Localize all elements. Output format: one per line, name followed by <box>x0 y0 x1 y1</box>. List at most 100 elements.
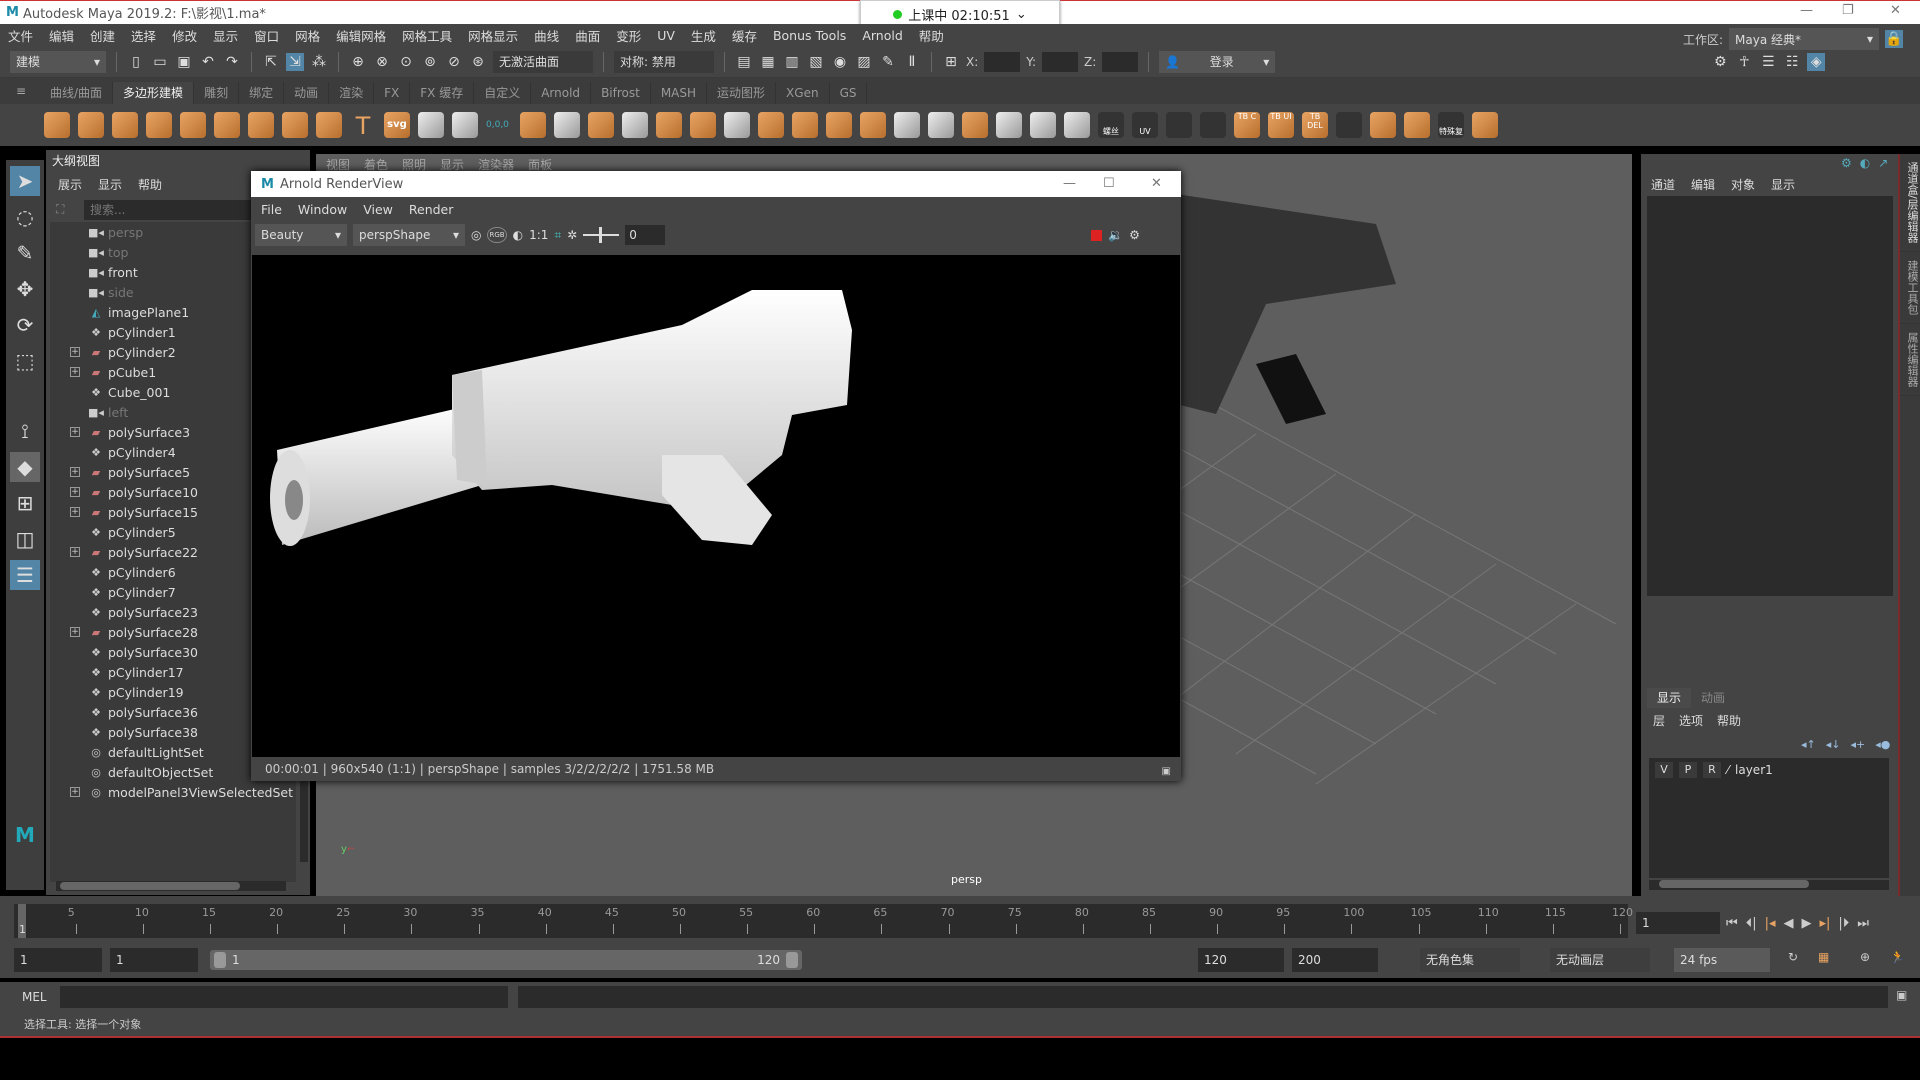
snap-curve-icon[interactable]: ⊗ <box>373 53 391 71</box>
aov-select[interactable]: Beauty ▾ <box>255 224 347 246</box>
side-tab-attribute-editor[interactable]: 属性编辑器 <box>1900 324 1920 396</box>
snap-point-icon[interactable]: ⊙ <box>397 53 415 71</box>
symmetry-select[interactable]: 对称: 禁用 <box>614 50 714 73</box>
y-input[interactable] <box>1042 51 1079 72</box>
z-input[interactable] <box>1102 51 1139 72</box>
channel-menu-edit[interactable]: 编辑 <box>1691 176 1715 193</box>
platonic-solid-icon[interactable] <box>282 112 308 138</box>
offset-loop-icon[interactable] <box>1064 112 1090 138</box>
anim-prefs-icon[interactable]: ⊕ <box>1860 950 1870 964</box>
snap-grid-icon[interactable]: ⊕ <box>349 53 367 71</box>
menu-item[interactable]: 帮助 <box>919 26 944 45</box>
current-frame-input[interactable]: 1 <box>1636 912 1720 934</box>
minimize-button[interactable]: — <box>1800 3 1813 18</box>
step-back-key-icon[interactable]: ⏴| <box>1746 916 1757 931</box>
poly-cylinder-icon[interactable] <box>112 112 138 138</box>
human-ik-icon[interactable]: ☥ <box>1735 53 1753 71</box>
poly-plane-icon[interactable] <box>214 112 240 138</box>
separate-icon[interactable] <box>554 112 580 138</box>
script-editor-icon[interactable]: ▣ <box>1896 988 1907 1002</box>
ratio-button[interactable]: 1:1 <box>529 228 548 242</box>
wedge-icon[interactable] <box>962 112 988 138</box>
poly-disc-icon[interactable] <box>248 112 274 138</box>
renderview-minimize-button[interactable]: — <box>1063 176 1076 191</box>
shelf-tab[interactable]: 自定义 <box>474 82 532 104</box>
select-object-icon[interactable]: ⇲ <box>286 52 304 71</box>
shelf-tab[interactable]: 绑定 <box>239 82 285 104</box>
expand-icon[interactable]: + <box>70 507 80 517</box>
layer-visible-toggle[interactable]: V <box>1655 762 1673 778</box>
attribute-editor-icon[interactable]: ☰ <box>1759 53 1777 71</box>
collapse-icon[interactable] <box>860 112 886 138</box>
four-view-icon[interactable]: ⊞ <box>10 488 40 518</box>
fill-hole-icon[interactable] <box>792 112 818 138</box>
go-to-end-icon[interactable]: ⏭ <box>1857 916 1869 931</box>
time-slider[interactable]: 5 10 15 20 25 30 35 40 45 50 55 60 65 70 75 80 85 90 95 100… <box>14 904 1633 938</box>
snap-pivot-icon[interactable]: ⊛ <box>469 53 487 71</box>
layer-editor-icon[interactable]: ◐ <box>1860 156 1870 170</box>
bridge-icon[interactable] <box>724 112 750 138</box>
shelf-menu-icon[interactable]: ≡ <box>16 84 26 98</box>
menu-set-select[interactable]: 建模 ▾ <box>10 50 106 73</box>
channel-menu-channels[interactable]: 通道 <box>1651 176 1675 193</box>
tb-ui-icon[interactable]: TB UI <box>1268 112 1294 138</box>
exposure-input[interactable]: 0 <box>625 225 666 245</box>
redo-icon[interactable]: ↷ <box>223 53 241 71</box>
super-shape-icon[interactable] <box>316 112 342 138</box>
poly-torus-icon[interactable] <box>180 112 206 138</box>
single-view-icon[interactable]: ◆ <box>10 452 40 482</box>
loop-icon[interactable]: ↻ <box>1788 950 1798 964</box>
renderview-menu-view[interactable]: View <box>363 202 393 217</box>
channel-menu-object[interactable]: 对象 <box>1731 176 1755 193</box>
range-slider[interactable]: 1 120 <box>210 950 802 970</box>
modeling-toolkit-icon[interactable]: ⚙ <box>1711 53 1729 71</box>
side-tab-channel-box[interactable]: 通道盒/层编辑器 <box>1900 154 1920 252</box>
anim-start-input[interactable]: 1 <box>14 948 102 972</box>
menu-item[interactable]: 文件 <box>8 26 33 45</box>
shelf-tab[interactable]: 渲染 <box>329 82 375 104</box>
drop-to-ground-icon[interactable] <box>1370 112 1396 138</box>
menu-item[interactable]: 编辑网格 <box>336 26 386 45</box>
select-tool-icon[interactable]: ➤ <box>10 166 40 196</box>
reset-transform-icon[interactable]: 0,0,0 <box>486 120 512 130</box>
multi-cut-icon[interactable] <box>996 112 1022 138</box>
poly-sphere-icon[interactable] <box>44 112 70 138</box>
layer-color-icon[interactable]: ⁄ <box>1727 763 1729 777</box>
lasso-tool-icon[interactable]: ◌ <box>10 202 40 232</box>
fps-select[interactable]: 24 fps <box>1674 948 1770 972</box>
rgb-channel-icon[interactable]: RGB <box>487 227 507 243</box>
outliner-item[interactable]: + ◎ modelPanel3ViewSelectedSet <box>50 782 296 802</box>
layer-menu-layers[interactable]: 层 <box>1653 712 1665 729</box>
tb-del-icon[interactable]: TB DEL <box>1302 112 1328 138</box>
snapshot-icon[interactable]: ▣ <box>1162 766 1171 777</box>
target-weld-icon[interactable] <box>928 112 954 138</box>
channel-box-icon[interactable]: ⚙ <box>1841 156 1852 170</box>
last-tool-icon[interactable]: ⟟ <box>10 416 40 446</box>
measure-icon[interactable] <box>418 112 444 138</box>
poly-cube-icon[interactable] <box>78 112 104 138</box>
open-scene-icon[interactable]: ▭ <box>151 53 169 71</box>
svg-tool-icon[interactable]: svg <box>384 112 410 138</box>
tool-settings-icon[interactable]: ☷ <box>1783 53 1801 71</box>
exposure-icon[interactable]: ◐ <box>513 228 523 242</box>
extrude-icon[interactable] <box>758 112 784 138</box>
crop-region-icon[interactable]: ⌗ <box>554 228 561 243</box>
menu-item[interactable]: 窗口 <box>254 26 279 45</box>
quad-draw-icon[interactable] <box>894 112 920 138</box>
poly-cone-icon[interactable] <box>146 112 172 138</box>
menu-item[interactable]: 生成 <box>691 26 716 45</box>
go-to-start-icon[interactable]: ⏮ <box>1726 916 1738 931</box>
layer-name[interactable]: layer1 <box>1735 763 1773 777</box>
render-view-icon[interactable]: ▧ <box>807 53 825 71</box>
mirror-icon[interactable] <box>588 112 614 138</box>
step-forward-icon[interactable]: |⏵ <box>1838 916 1849 931</box>
close-button[interactable]: ✕ <box>1890 3 1901 18</box>
shelf-tab[interactable]: FX 缓存 <box>410 82 475 104</box>
range-start-handle[interactable] <box>214 952 226 968</box>
insert-loop-icon[interactable] <box>1030 112 1056 138</box>
float-panel-icon[interactable]: ↗ <box>1878 156 1888 170</box>
hypershade-icon[interactable]: ◉ <box>831 53 849 71</box>
ipr-render-icon[interactable]: ▥ <box>783 53 801 71</box>
menu-item[interactable]: 选择 <box>131 26 156 45</box>
shelf-tab[interactable]: 运动图形 <box>707 82 777 104</box>
